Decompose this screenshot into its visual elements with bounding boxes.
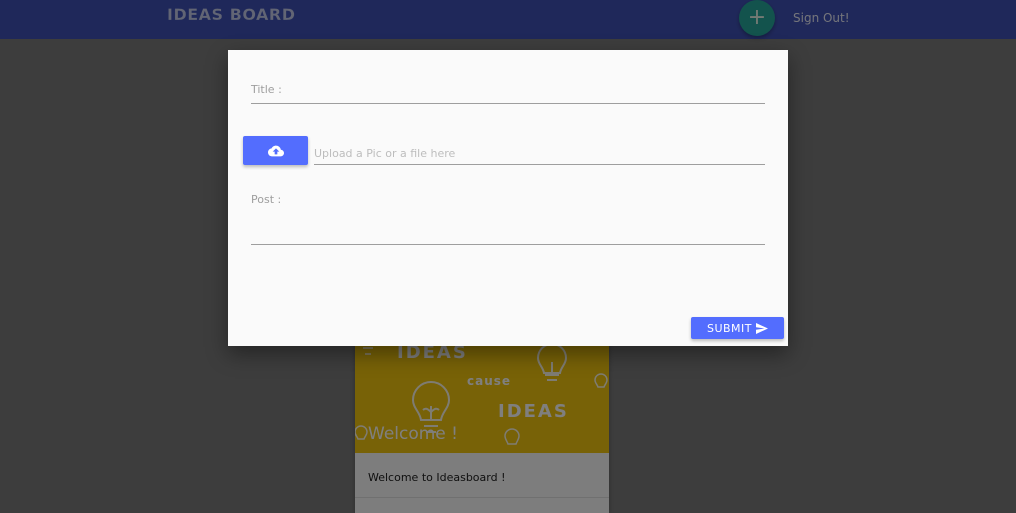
title-input[interactable] bbox=[314, 81, 764, 101]
new-idea-modal: Title : Post : SUBMIT bbox=[228, 50, 788, 346]
title-label: Title : bbox=[251, 83, 282, 96]
cloud-upload-icon bbox=[267, 145, 284, 156]
file-path-input[interactable] bbox=[314, 142, 764, 164]
submit-button[interactable]: SUBMIT bbox=[691, 317, 784, 339]
post-underline bbox=[251, 244, 765, 245]
send-icon bbox=[756, 322, 769, 334]
upload-button[interactable] bbox=[243, 136, 308, 165]
title-underline bbox=[251, 103, 765, 104]
file-path-underline bbox=[314, 164, 765, 165]
post-label: Post : bbox=[251, 193, 282, 206]
submit-label: SUBMIT bbox=[706, 321, 753, 335]
post-textarea[interactable] bbox=[251, 210, 765, 242]
